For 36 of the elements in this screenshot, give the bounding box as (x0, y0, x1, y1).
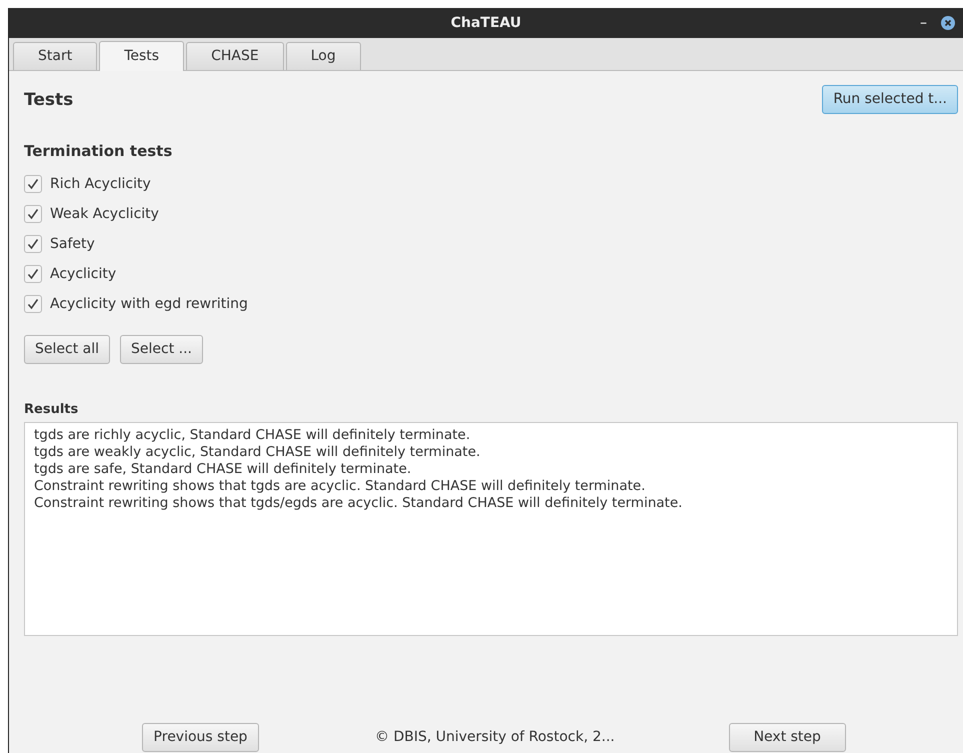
tab[interactable]: Tests (99, 41, 184, 71)
checkbox[interactable] (24, 205, 42, 223)
tab[interactable]: Start (13, 42, 98, 70)
check-icon (26, 177, 40, 191)
check-icon (26, 207, 40, 221)
result-line: tgds are weakly acyclic, Standard CHASE will definitely terminate. (34, 444, 482, 461)
checkbox-label[interactable]: Acyclicity (50, 264, 116, 284)
result-line: Constraint rewriting shows that tgds/egds are acyclic. Standard CHASE will definitely terminate. (34, 495, 684, 512)
checkbox-label[interactable]: Weak Acyclicity (50, 204, 159, 224)
page-heading: Tests (24, 89, 74, 112)
close-icon[interactable] (941, 16, 955, 30)
section-heading: Termination tests (24, 141, 174, 162)
results-label: Results (24, 400, 80, 418)
check-icon (26, 267, 40, 281)
checkbox-label[interactable]: Safety (50, 234, 95, 254)
checkbox[interactable] (24, 175, 42, 193)
result-line: tgds are richly acyclic, Standard CHASE will definitely terminate. (34, 427, 472, 444)
run-button[interactable]: Run selected t... (822, 85, 958, 114)
result-line: tgds are safe, Standard CHASE will definitely terminate. (34, 461, 412, 478)
checkbox-label[interactable]: Rich Acyclicity (50, 174, 151, 194)
check-icon (26, 237, 40, 251)
checkbox-label[interactable]: Acyclicity with egd rewriting (50, 294, 248, 314)
window-title: ChaTEAU (450, 14, 522, 32)
select-button[interactable]: Select ... (120, 334, 203, 364)
next-step-button[interactable]: Next step (728, 723, 846, 752)
checkbox[interactable] (24, 295, 42, 313)
tab[interactable]: Log (286, 42, 361, 70)
select-button[interactable]: Select all (24, 334, 110, 364)
previous-step-button[interactable]: Previous step (142, 723, 259, 752)
check-icon (26, 297, 40, 311)
result-line: Constraint rewriting shows that tgds are acyclic. Standard CHASE will definitely terminate. (34, 478, 646, 495)
checkbox[interactable] (24, 235, 42, 253)
minimize-button[interactable]: – (920, 16, 927, 30)
checkbox[interactable] (24, 265, 42, 283)
tab[interactable]: CHASE (186, 42, 284, 70)
copyright-text: © DBIS, University of Rostock, 2... (375, 728, 615, 747)
